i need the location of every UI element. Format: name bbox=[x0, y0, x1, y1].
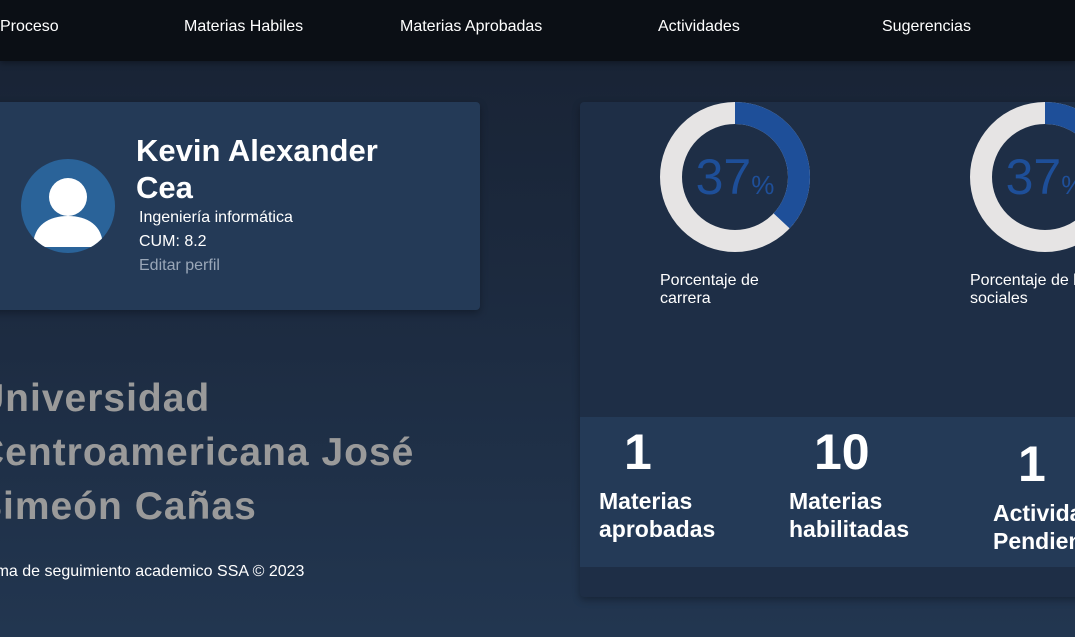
edit-profile-link[interactable]: Editar perfil bbox=[139, 257, 220, 275]
counter-materias-habilitadas[interactable]: 10 Materias habilitadas bbox=[789, 417, 969, 543]
nav-item-materias-habiles[interactable]: Materias Habiles bbox=[184, 18, 303, 36]
footer-copyright: Sistema de seguimiento academico SSA © 2… bbox=[0, 563, 305, 580]
gauge-unit: % bbox=[1061, 170, 1075, 200]
social-hours-gauge: 37% bbox=[970, 102, 1075, 252]
university-title: Universidad Centroamericana José Simeón … bbox=[0, 377, 415, 528]
nav-item-sugerencias[interactable]: Sugerencias bbox=[882, 18, 971, 36]
counters-row: 1 Materias aprobadas 10 Materias habilit… bbox=[580, 417, 1075, 567]
counter-label-line2: Pendientes bbox=[993, 528, 1075, 554]
user-silhouette-icon bbox=[33, 178, 103, 247]
nav-item-proceso[interactable]: Proceso bbox=[0, 18, 59, 36]
avatar bbox=[21, 159, 115, 253]
dashboard-page: Proceso Materias Habiles Materias Aproba… bbox=[0, 0, 1075, 637]
gauge-number: 37 bbox=[695, 149, 752, 205]
profile-career: Ingeniería informática bbox=[139, 209, 293, 226]
top-navbar: Proceso Materias Habiles Materias Aproba… bbox=[0, 0, 1075, 61]
nav-item-materias-aprobadas[interactable]: Materias Aprobadas bbox=[400, 18, 542, 36]
stats-panel: 37% Porcentaje de carrera 37% Porcentaje… bbox=[580, 102, 1075, 597]
counter-materias-aprobadas[interactable]: 1 Materias aprobadas bbox=[599, 417, 779, 543]
career-progress-label: Porcentaje de carrera bbox=[660, 272, 759, 307]
counter-value: 1 bbox=[1018, 436, 1046, 492]
counter-label-line1: Materias bbox=[599, 488, 693, 514]
counter-label-line2: habilitadas bbox=[789, 516, 910, 542]
gauge-value: 37% bbox=[970, 148, 1075, 206]
counter-value: 10 bbox=[814, 424, 870, 480]
counter-label-line1: Actividades bbox=[993, 500, 1075, 526]
gauge-number: 37 bbox=[1005, 149, 1062, 205]
counter-actividades-pendientes[interactable]: 1 Actividades Pendientes bbox=[993, 417, 1075, 555]
profile-cum: CUM: 8.2 bbox=[139, 233, 207, 250]
counter-value: 1 bbox=[624, 424, 652, 480]
gauge-value: 37% bbox=[660, 148, 810, 206]
nav-item-actividades[interactable]: Actividades bbox=[658, 18, 740, 36]
social-hours-label: Porcentaje de horas sociales bbox=[970, 272, 1075, 307]
counter-label-line2: aprobadas bbox=[599, 516, 716, 542]
counter-label-line1: Materias bbox=[789, 488, 883, 514]
profile-name: Kevin Alexander Cea bbox=[136, 133, 378, 205]
career-progress-gauge: 37% bbox=[660, 102, 810, 252]
gauge-unit: % bbox=[751, 170, 775, 200]
profile-card: Kevin Alexander Cea Ingeniería informáti… bbox=[0, 102, 480, 310]
